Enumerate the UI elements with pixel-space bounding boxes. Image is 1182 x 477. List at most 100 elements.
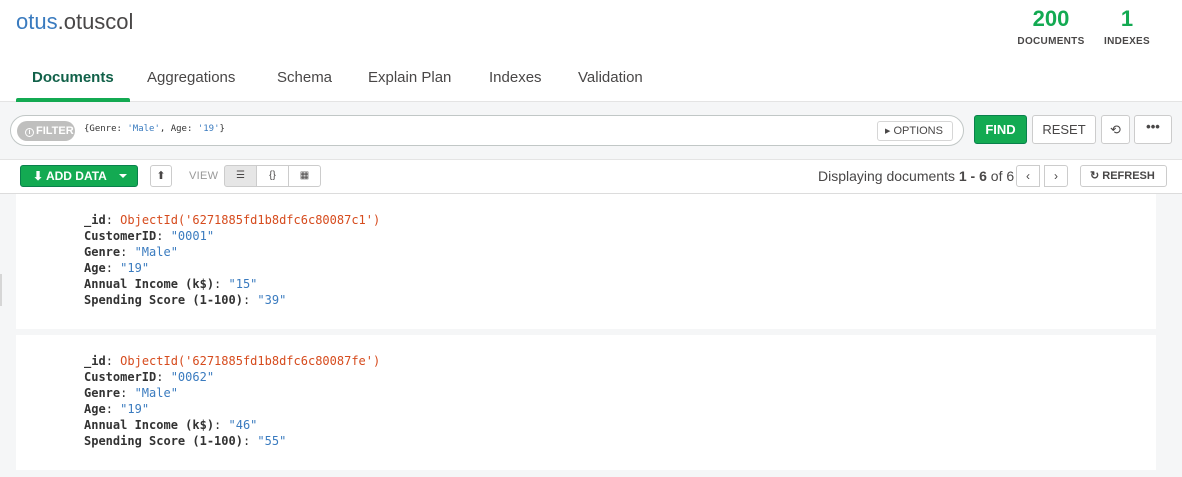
collection-header: otus.otuscol 200 DOCUMENTS 1 INDEXES <box>0 0 1182 62</box>
list-icon: ☰ <box>236 170 245 181</box>
upload-icon: ⬆ <box>156 170 166 182</box>
filter-query-value: '19' <box>197 124 220 134</box>
scrollbar[interactable] <box>1170 194 1182 477</box>
info-icon: i <box>25 128 34 137</box>
download-icon: ⬇ <box>33 169 44 183</box>
field-key: Genre <box>84 245 121 259</box>
document-field: CustomerID: "0062" <box>84 370 215 384</box>
caret-down-icon <box>119 174 127 178</box>
document-field: Age: "19" <box>84 402 150 416</box>
document-field: CustomerID: "0001" <box>84 229 215 243</box>
table-icon: ▦ <box>299 170 310 181</box>
tab-validation[interactable]: Validation <box>578 69 643 101</box>
export-button[interactable]: ⬆ <box>150 165 172 187</box>
field-value: "Male" <box>134 386 178 400</box>
field-value: "0001" <box>170 229 215 243</box>
chevron-left-icon: ‹ <box>1026 169 1030 183</box>
document-list: _id: ObjectId('6271885fd1b8dfc6c80087c1'… <box>0 194 1182 477</box>
document-field: Genre: "Male" <box>84 386 178 400</box>
document-field: Annual Income (k$): "15" <box>84 277 258 291</box>
document-field: Spending Score (1-100): "55" <box>84 434 287 448</box>
of-text: of <box>986 168 1007 184</box>
field-key: Spending Score (1-100) <box>84 434 243 448</box>
collection-tabs: Documents Aggregations Schema Explain Pl… <box>0 62 1182 102</box>
field-key: Annual Income (k$) <box>84 418 215 432</box>
field-value: "Male" <box>134 245 178 259</box>
field-value: "46" <box>228 418 258 432</box>
sidebar-collapse-handle[interactable] <box>0 274 2 306</box>
field-value: ObjectId('6271885fd1b8dfc6c80087c1') <box>120 213 381 227</box>
documents-count: 200 <box>1032 6 1070 31</box>
filter-label-pill[interactable]: i FILTER <box>17 121 75 141</box>
document-field: _id: ObjectId('6271885fd1b8dfc6c80087fe'… <box>84 354 381 368</box>
json-view-button[interactable]: {} <box>256 165 289 187</box>
database-name[interactable]: otus <box>16 9 58 34</box>
filter-query-part: {Genre: <box>84 124 128 134</box>
field-value: "0062" <box>170 370 215 384</box>
field-key: _id <box>84 354 106 368</box>
field-key: Spending Score (1-100) <box>84 293 243 307</box>
range-separator: - <box>966 168 980 184</box>
document-field: Spending Score (1-100): "39" <box>84 293 287 307</box>
add-data-button[interactable]: ⬇ ADD DATA <box>20 165 138 187</box>
query-bar: i FILTER {Genre: 'Male', Age: '19'} ▶ OPT… <box>0 102 1182 160</box>
field-value: "19" <box>120 402 150 416</box>
field-value: "55" <box>257 434 287 448</box>
field-value: "15" <box>228 277 258 291</box>
field-key: Annual Income (k$) <box>84 277 215 291</box>
indexes-count-label: INDEXES <box>1103 36 1150 47</box>
reset-button[interactable]: RESET <box>1032 115 1096 144</box>
view-label: VIEW <box>189 170 219 182</box>
tab-indexes[interactable]: Indexes <box>489 69 542 101</box>
filter-query-text[interactable]: {Genre: 'Male', Age: '19'} <box>84 124 225 134</box>
more-options-button[interactable]: ••• <box>1134 115 1172 144</box>
collection-name: otuscol <box>63 9 134 34</box>
document-field: _id: ObjectId('6271885fd1b8dfc6c80087c1'… <box>84 213 381 227</box>
list-view-button[interactable]: ☰ <box>224 165 257 187</box>
history-icon: ⟲ <box>1110 122 1121 137</box>
documents-count-label: DOCUMENTS <box>1017 36 1085 47</box>
filter-label: FILTER <box>36 125 74 137</box>
field-value: "19" <box>120 261 150 275</box>
add-data-label: ADD DATA <box>45 169 107 183</box>
chevron-right-icon: › <box>1054 169 1058 183</box>
field-key: Age <box>84 402 106 416</box>
field-key: Age <box>84 261 106 275</box>
total-count: 6 <box>1006 168 1015 184</box>
filter-query-part: } <box>219 124 225 134</box>
document-card[interactable]: _id: ObjectId('6271885fd1b8dfc6c80087fe'… <box>16 335 1156 470</box>
field-value: "39" <box>257 293 287 307</box>
refresh-label: REFRESH <box>1102 170 1155 182</box>
field-key: Genre <box>84 386 121 400</box>
range-start: 1 <box>958 168 967 184</box>
tab-schema[interactable]: Schema <box>277 69 332 101</box>
tab-aggregations[interactable]: Aggregations <box>147 69 235 101</box>
field-key: _id <box>84 213 106 227</box>
filter-input[interactable]: i FILTER {Genre: 'Male', Age: '19'} ▶ OPT… <box>10 115 964 146</box>
refresh-icon: ↻ <box>1090 170 1100 182</box>
range-end: 6 <box>979 168 987 184</box>
document-field: Age: "19" <box>84 261 150 275</box>
find-button[interactable]: FIND <box>974 115 1027 144</box>
tab-documents[interactable]: Documents <box>16 69 130 102</box>
tab-explain-plan[interactable]: Explain Plan <box>368 69 451 101</box>
field-value: ObjectId('6271885fd1b8dfc6c80087fe') <box>120 354 381 368</box>
braces-icon: {} <box>269 170 276 181</box>
document-field: Annual Income (k$): "46" <box>84 418 258 432</box>
display-prefix: Displaying documents <box>818 168 959 184</box>
query-history-button[interactable]: ⟲ <box>1101 115 1130 144</box>
field-key: CustomerID <box>84 229 157 243</box>
refresh-button[interactable]: ↻ REFRESH <box>1080 165 1167 187</box>
indexes-count: 1 <box>1120 6 1134 31</box>
options-toggle-button[interactable]: ▶ OPTIONS <box>877 121 953 141</box>
document-card[interactable]: _id: ObjectId('6271885fd1b8dfc6c80087c1'… <box>16 194 1156 329</box>
indexes-count-stat: 1 INDEXES <box>1102 6 1152 47</box>
previous-page-button[interactable]: ‹ <box>1016 165 1040 187</box>
options-label: OPTIONS <box>893 125 943 137</box>
view-switcher: ☰ {} ▦ <box>224 165 321 187</box>
table-view-button[interactable]: ▦ <box>288 165 321 187</box>
pagination-status: Displaying documents 1 - 6 of 6 <box>818 168 1014 184</box>
document-field: Genre: "Male" <box>84 245 178 259</box>
next-page-button[interactable]: › <box>1044 165 1068 187</box>
documents-count-stat: 200 DOCUMENTS <box>1017 6 1085 47</box>
